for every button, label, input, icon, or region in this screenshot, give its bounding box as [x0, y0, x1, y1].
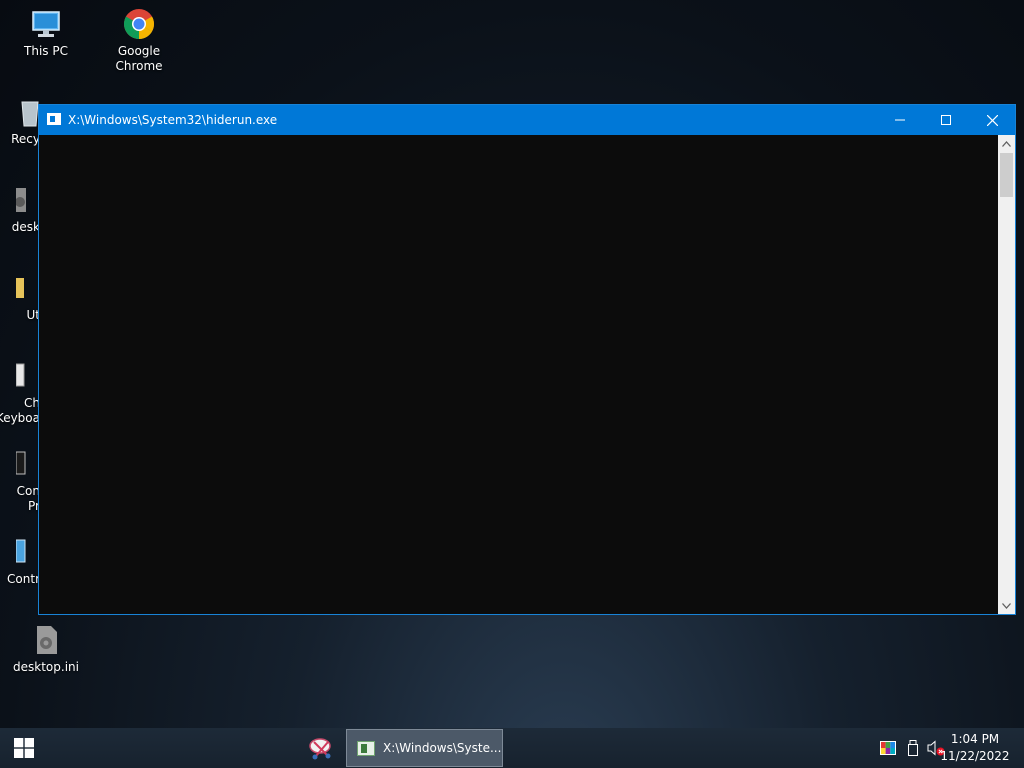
desktop-icon-recycle-bin[interactable]: Recy	[0, 96, 40, 147]
scroll-down-button[interactable]	[998, 597, 1015, 614]
desktop-icon-label: Ut	[26, 308, 41, 322]
snipping-tool-icon	[309, 738, 331, 760]
desktop-icon-label: Contr	[7, 572, 40, 586]
desktop-icon-desktop-ini[interactable]: desktop.ini	[4, 624, 88, 675]
tray-color-icon[interactable]	[879, 739, 897, 757]
chevron-down-icon	[1002, 602, 1011, 609]
settings-file-icon	[30, 624, 62, 656]
vertical-scrollbar[interactable]	[998, 135, 1015, 614]
scroll-up-button[interactable]	[998, 135, 1015, 152]
taskbar-item-hiderun[interactable]: X:\Windows\Syste...	[346, 729, 503, 767]
tray-usb-icon[interactable]	[904, 739, 922, 757]
desktop-icon-label: Con Pr	[16, 484, 40, 513]
console-window[interactable]: X:\Windows\System32\hiderun.exe	[38, 104, 1016, 615]
windows-logo-icon	[14, 738, 34, 758]
desktop-icon-google-chrome[interactable]: Google Chrome	[97, 8, 181, 74]
desktop-icon-label: This PC	[24, 44, 68, 58]
desktop-icon-label: desktop.ini	[13, 660, 79, 674]
color-palette-icon	[880, 741, 896, 755]
maximize-icon	[941, 115, 951, 125]
desktop-icon-command-prompt[interactable]: Con Pr	[0, 448, 40, 514]
window-title: X:\Windows\System32\hiderun.exe	[68, 113, 278, 127]
start-button[interactable]	[0, 728, 48, 768]
desktop-icon-label: Ch Keyboa	[0, 396, 40, 425]
pinned-app-snipping-tool[interactable]	[302, 728, 340, 768]
desktop-icon-label: Recy	[11, 132, 40, 146]
desktop-icon-this-pc[interactable]: This PC	[4, 8, 88, 59]
maximize-button[interactable]	[923, 105, 969, 135]
usb-drive-icon	[908, 740, 918, 756]
console-app-icon	[357, 741, 375, 756]
window-titlebar[interactable]: X:\Windows\System32\hiderun.exe	[39, 105, 1015, 135]
desktop-icon-label: desk	[11, 220, 40, 234]
taskbar-clock[interactable]: 1:04 PM 11/22/2022	[940, 731, 1010, 765]
desktop-icon-control-panel[interactable]: Contr	[0, 536, 40, 587]
console-app-icon	[47, 113, 61, 125]
desktop-icon-utilities[interactable]: Ut	[0, 272, 40, 323]
desktop-icon-label: Google Chrome	[115, 44, 163, 73]
desktop-icon-desktop[interactable]: desk	[0, 184, 40, 235]
taskbar-item-label: X:\Windows\Syste...	[383, 741, 502, 755]
minimize-icon	[895, 119, 905, 121]
close-icon	[986, 114, 998, 126]
chevron-up-icon	[1002, 140, 1011, 147]
scrollbar-thumb[interactable]	[1000, 153, 1013, 197]
clock-time: 1:04 PM	[950, 732, 1000, 746]
computer-icon	[30, 8, 62, 40]
desktop-icon-keyboard[interactable]: Ch Keyboa	[0, 360, 40, 426]
clock-date: 11/22/2022	[940, 749, 1010, 763]
close-button[interactable]	[969, 105, 1015, 135]
taskbar: X:\Windows\Syste... 1:04 PM 11/22/2022	[0, 728, 1024, 768]
console-output-area[interactable]	[39, 135, 998, 614]
chrome-icon	[123, 8, 155, 40]
minimize-button[interactable]	[877, 105, 923, 135]
